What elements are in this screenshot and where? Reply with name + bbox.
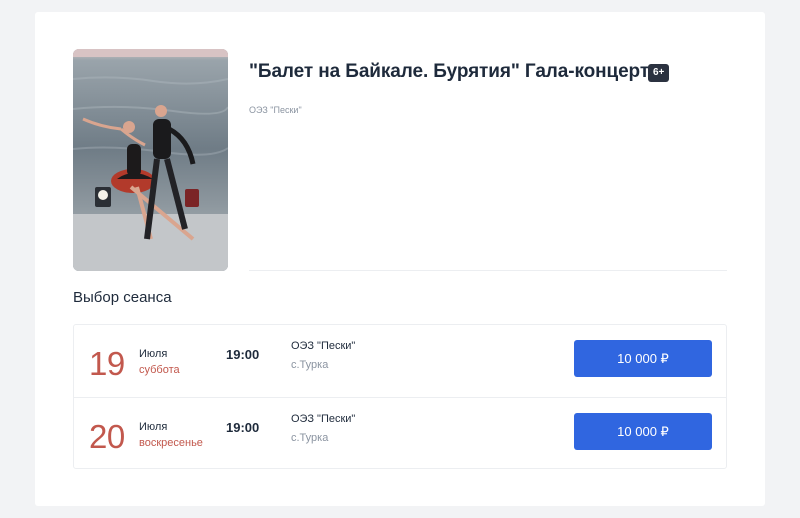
sessions-list: 19 Июля суббота 19:00 ОЭЗ "Пески" с.Турк… — [73, 324, 727, 469]
session-city: с.Турка — [291, 432, 329, 444]
buy-ticket-button[interactable]: 10 000 ₽ — [574, 340, 712, 377]
session-city: с.Турка — [291, 359, 329, 371]
session-weekday: суббота — [139, 364, 180, 376]
session-selection-heading: Выбор сеанса — [73, 289, 172, 306]
session-time: 19:00 — [226, 420, 260, 435]
event-poster-image — [73, 49, 228, 271]
event-card: "Балет на Байкале. Бурятия" Гала-концерт… — [35, 12, 765, 506]
session-month: Июля — [139, 348, 168, 360]
ballet-photo — [73, 49, 228, 271]
buy-ticket-button[interactable]: 10 000 ₽ — [574, 413, 712, 450]
session-day: 20 — [89, 418, 125, 455]
session-place: ОЭЗ "Пески" — [291, 413, 356, 425]
event-title: "Балет на Байкале. Бурятия" Гала-концерт — [249, 61, 650, 82]
session-place: ОЭЗ "Пески" — [291, 340, 356, 352]
session-weekday: воскресенье — [139, 437, 203, 449]
session-month: Июля — [139, 421, 168, 433]
session-time: 19:00 — [226, 347, 260, 362]
session-row: 20 Июля воскресенье 19:00 ОЭЗ "Пески" с.… — [74, 397, 726, 469]
session-row: 19 Июля суббота 19:00 ОЭЗ "Пески" с.Турк… — [74, 325, 726, 397]
divider — [249, 270, 727, 271]
age-rating-badge: 6+ — [648, 64, 670, 82]
event-venue: ОЭЗ "Пески" — [249, 105, 302, 115]
session-day: 19 — [89, 345, 125, 382]
